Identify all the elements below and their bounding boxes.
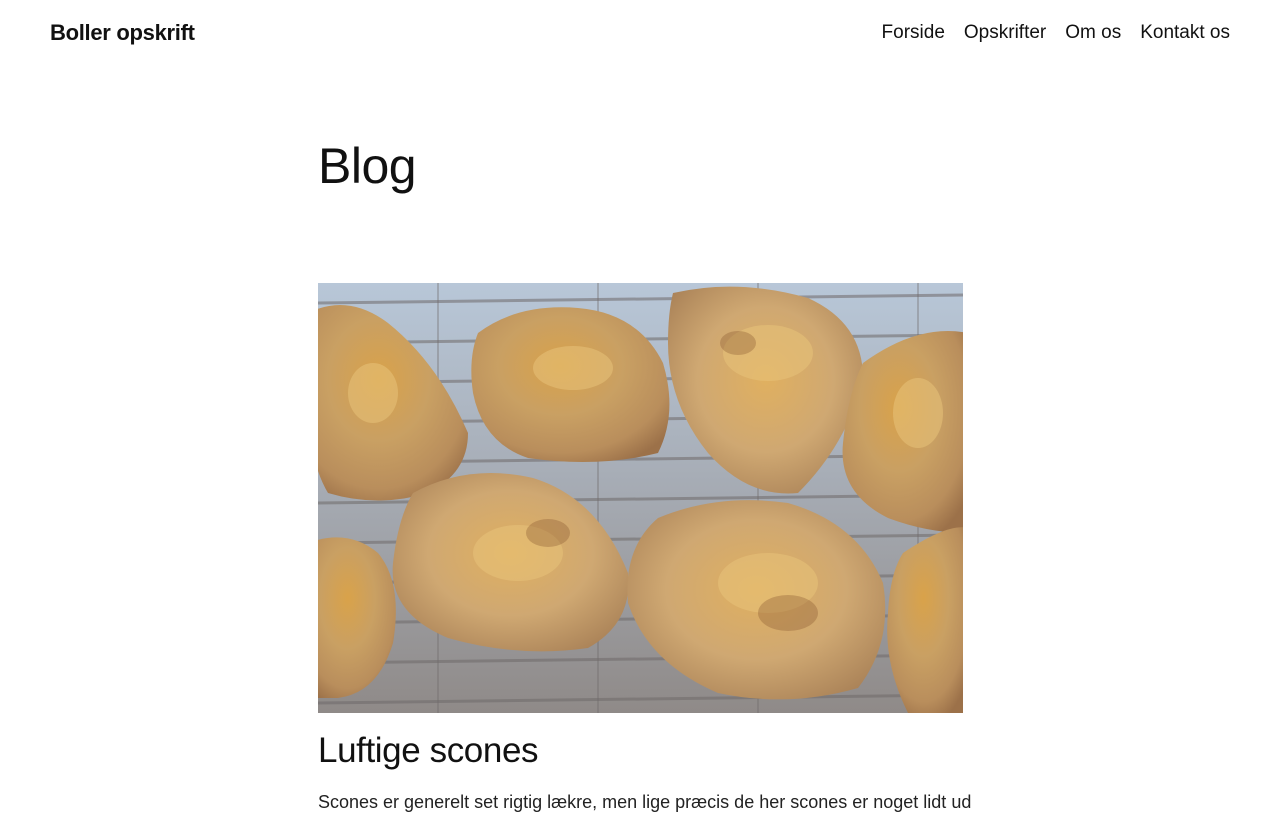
blog-post-card: Luftige scones Scones er generelt set ri…	[318, 283, 972, 816]
nav-link-opskrifter[interactable]: Opskrifter	[964, 22, 1046, 44]
site-header: Boller opskrift Forside Opskrifter Om os…	[0, 0, 1280, 70]
main-navigation: Forside Opskrifter Om os Kontakt os	[882, 22, 1230, 44]
nav-link-kontakt-os[interactable]: Kontakt os	[1140, 22, 1230, 44]
site-title-link[interactable]: Boller opskrift	[50, 20, 195, 46]
post-excerpt: Scones er generelt set rigtig lækre, men…	[318, 792, 972, 812]
post-featured-image[interactable]	[318, 283, 963, 713]
page-title: Blog	[318, 138, 417, 194]
nav-link-om-os[interactable]: Om os	[1065, 22, 1121, 44]
nav-link-forside[interactable]: Forside	[882, 22, 945, 44]
post-title-link[interactable]: Luftige scones	[318, 730, 963, 772]
scones-photo	[318, 283, 963, 713]
